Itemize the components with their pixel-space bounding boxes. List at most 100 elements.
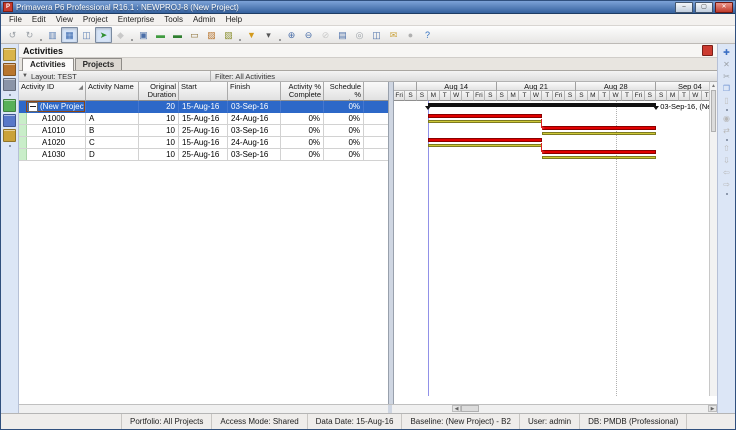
cell-finish[interactable]: 24-Aug-16 (228, 137, 281, 149)
activity-bar[interactable] (542, 126, 656, 130)
zoom-in-icon[interactable]: ⊕ (283, 27, 300, 43)
cell-finish[interactable]: 24-Aug-16 (228, 113, 281, 125)
cell-activity-id[interactable]: A1000 (19, 113, 86, 125)
move-left-icon[interactable]: ⇦ (720, 167, 733, 179)
activity-details-icon[interactable]: ◫ (78, 27, 95, 43)
table-hscrollbar[interactable] (19, 405, 388, 413)
filter-dropdown-icon[interactable]: ▾ (260, 27, 277, 43)
cell-schedule-complete[interactable]: 0% (324, 101, 364, 113)
wbs-window-icon[interactable] (3, 114, 16, 127)
maximize-button[interactable]: ▢ (695, 2, 713, 13)
cell-activity-name[interactable]: C (86, 137, 139, 149)
column-header-blank[interactable] (364, 82, 388, 101)
cell-original-duration[interactable]: 10 (139, 149, 179, 161)
cell-activity-name[interactable]: D (86, 149, 139, 161)
cell-activity-id[interactable]: (New Project) (19, 101, 86, 113)
progress-spotlight-icon[interactable]: ◎ (351, 27, 368, 43)
menu-enterprise[interactable]: Enterprise (113, 15, 159, 24)
minimize-button[interactable]: – (675, 2, 693, 13)
back-icon[interactable]: ↺ (4, 27, 21, 43)
assign-resource-icon[interactable]: ◉ (720, 113, 733, 125)
title-bar[interactable]: P Primavera P6 Professional R16.1 : NEWP… (1, 1, 735, 14)
column-header-finish[interactable]: Finish (228, 82, 281, 101)
cell-original-duration[interactable]: 10 (139, 137, 179, 149)
help-icon[interactable]: ? (419, 27, 436, 43)
scroll-up-icon[interactable]: ▲ (710, 82, 717, 90)
schedule-icon[interactable]: ▣ (135, 27, 152, 43)
relationships-icon[interactable]: ▭ (186, 27, 203, 43)
cell-start[interactable]: 15-Aug-16 (179, 113, 228, 125)
cell-start[interactable]: 25-Aug-16 (179, 149, 228, 161)
cell-finish[interactable]: 03-Sep-16 (228, 125, 281, 137)
global-change-icon[interactable]: ● (402, 27, 419, 43)
cell-schedule-complete[interactable]: 0% (324, 113, 364, 125)
cell-schedule-complete[interactable]: 0% (324, 149, 364, 161)
tab-activities[interactable]: Activities (22, 58, 74, 71)
cell-activity-id[interactable]: A1020 (19, 137, 86, 149)
column-header-activity-id[interactable]: Activity ID◢ (19, 82, 86, 101)
project-summary-bar[interactable] (428, 103, 656, 107)
cell-original-duration[interactable]: 20 (139, 101, 179, 113)
cell-original-duration[interactable]: 10 (139, 125, 179, 137)
link-tool-icon[interactable]: ◆ (112, 27, 129, 43)
cell-activity-id[interactable]: A1030 (19, 149, 86, 161)
activity-bar[interactable] (428, 114, 542, 118)
cell-blank[interactable] (364, 149, 388, 161)
table-row[interactable]: A1000A1015-Aug-1624-Aug-160%0% (19, 113, 388, 125)
cell-start[interactable]: 15-Aug-16 (179, 137, 228, 149)
column-header-start[interactable]: Start (179, 82, 228, 101)
cell-activity-complete[interactable] (281, 101, 324, 113)
vertical-scroll-thumb[interactable] (711, 90, 716, 132)
menu-edit[interactable]: Edit (27, 15, 51, 24)
collapse-icon[interactable] (28, 102, 38, 112)
move-right-icon[interactable]: ⇨ (720, 179, 733, 191)
cell-blank[interactable] (364, 101, 388, 113)
forward-icon[interactable]: ↻ (21, 27, 38, 43)
gantt-hscrollbar[interactable]: ◀ ▶ (392, 405, 717, 413)
steps-icon[interactable]: ▧ (220, 27, 237, 43)
move-down-icon[interactable]: ⇩ (720, 155, 733, 167)
cell-activity-complete[interactable]: 0% (281, 149, 324, 161)
cell-activity-name[interactable]: B (86, 125, 139, 137)
scroll-right-icon[interactable]: ▶ (708, 405, 717, 412)
copy-icon[interactable]: ❐ (720, 83, 733, 95)
cell-activity-name[interactable] (86, 101, 139, 113)
cut-icon[interactable]: ✂ (720, 71, 733, 83)
projects-window-icon[interactable] (3, 48, 16, 61)
table-row[interactable]: A1030D1025-Aug-1603-Sep-160%0% (19, 149, 388, 161)
add-icon[interactable]: ✚ (720, 47, 733, 59)
cell-blank[interactable] (364, 125, 388, 137)
assignments-window-icon[interactable] (3, 129, 16, 142)
hierarchy-icon[interactable]: ◢ (78, 84, 83, 92)
column-header-original-duration[interactable]: Original Duration (139, 82, 179, 101)
tab-projects[interactable]: Projects (75, 58, 123, 70)
menu-view[interactable]: View (51, 15, 78, 24)
activity-bar[interactable] (428, 138, 542, 142)
menu-tools[interactable]: Tools (159, 15, 188, 24)
cell-original-duration[interactable]: 10 (139, 113, 179, 125)
activity-bar[interactable] (542, 150, 656, 154)
select-tool-icon[interactable]: ➤ (95, 27, 112, 43)
menu-admin[interactable]: Admin (188, 15, 221, 24)
table-view-icon[interactable]: ▥ (44, 27, 61, 43)
cell-activity-complete[interactable]: 0% (281, 125, 324, 137)
cell-finish[interactable]: 03-Sep-16 (228, 149, 281, 161)
move-up-icon[interactable]: ⇧ (720, 143, 733, 155)
delete-icon[interactable]: ✕ (720, 59, 733, 71)
notebook-icon[interactable]: ▨ (203, 27, 220, 43)
cell-blank[interactable] (364, 137, 388, 149)
table-row[interactable]: (New Project)2015-Aug-1603-Sep-160% (19, 101, 388, 113)
filter-section[interactable]: Filter: All Activities (211, 71, 717, 81)
horizontal-scroll-thumb[interactable] (461, 405, 479, 412)
split-columns-icon[interactable]: ◫ (368, 27, 385, 43)
cell-activity-complete[interactable]: 0% (281, 113, 324, 125)
reports-window-icon[interactable] (3, 78, 16, 91)
add-activity-icon[interactable]: ▬ (152, 27, 169, 43)
cell-blank[interactable] (364, 113, 388, 125)
resources-icon[interactable]: ▬ (169, 27, 186, 43)
cell-start[interactable]: 25-Aug-16 (179, 125, 228, 137)
gantt-timescale[interactable]: Aug 14Aug 21Aug 28Sep 04 FriSSMTWTFriSSM… (394, 82, 709, 101)
menu-help[interactable]: Help (221, 15, 247, 24)
paste-icon[interactable]: ▯ (720, 95, 733, 107)
scroll-left-icon[interactable]: ◀ (452, 405, 461, 412)
